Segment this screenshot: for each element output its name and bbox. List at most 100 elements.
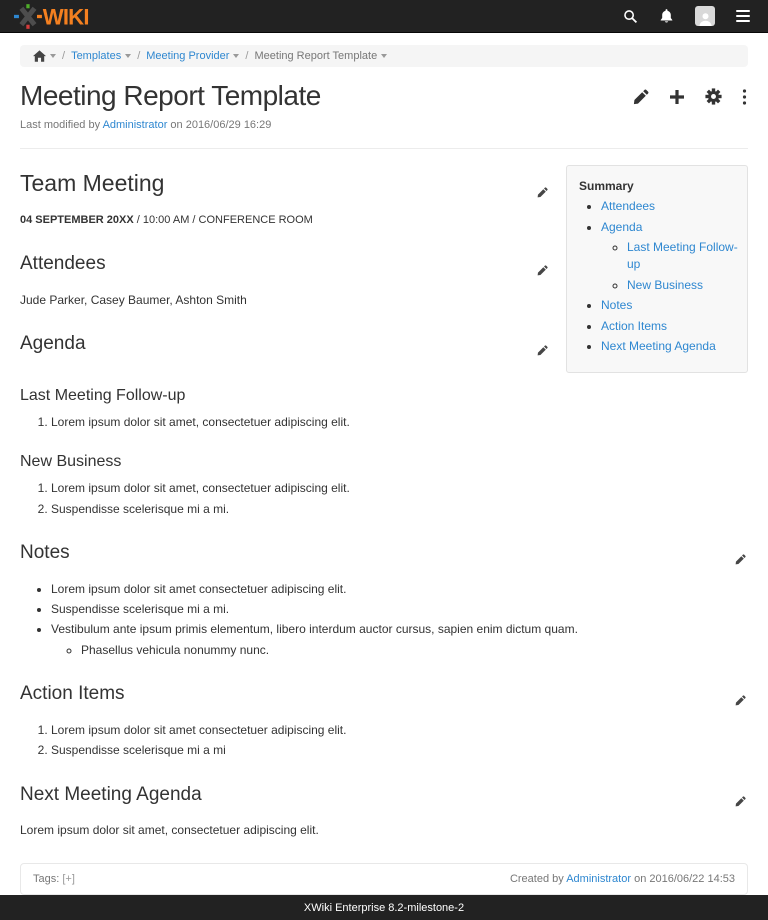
list-item: Lorem ipsum dolor sit amet, consectetuer… xyxy=(51,480,748,497)
search-button[interactable] xyxy=(621,7,640,26)
section-edit-button[interactable] xyxy=(735,546,746,574)
document-content: Summary Attendees Agenda Last Meeting Fo… xyxy=(20,149,748,840)
toc-link-attendees[interactable]: Attendees xyxy=(601,199,655,213)
pencil-icon xyxy=(735,554,746,565)
created-author-link[interactable]: Administrator xyxy=(566,873,631,885)
list-item: Action Items xyxy=(601,318,739,335)
list-item: Vestibulum ante ipsum primis elementum, … xyxy=(51,621,748,659)
section-heading-agenda: Agenda xyxy=(20,330,550,365)
section-edit-button[interactable] xyxy=(735,687,746,715)
drawer-menu-button[interactable] xyxy=(734,8,752,24)
section-edit-button[interactable] xyxy=(735,788,746,816)
list-item: Lorem ipsum dolor sit amet consectetuer … xyxy=(51,581,748,598)
meeting-time-location: / 10:00 AM / CONFERENCE ROOM xyxy=(134,214,313,226)
chevron-down-icon xyxy=(381,54,387,58)
breadcrumb-wrap: / Templates / Meeting Provider / Meeting… xyxy=(0,33,768,67)
settings-button[interactable] xyxy=(704,87,723,106)
section-heading-next-meeting: Next Meeting Agenda xyxy=(20,781,748,816)
list-item: Suspendisse scelerisque mi a mi. xyxy=(51,601,748,618)
toc-link-next-meeting[interactable]: Next Meeting Agenda xyxy=(601,339,716,353)
chevron-down-icon xyxy=(50,54,56,58)
pencil-icon xyxy=(537,345,548,356)
section-heading-team-meeting: Team Meeting xyxy=(20,167,550,207)
summary-list: Attendees Agenda Last Meeting Follow-up … xyxy=(577,198,739,355)
toc-link-followup[interactable]: Last Meeting Follow-up xyxy=(627,240,738,271)
plus-icon xyxy=(669,89,685,105)
breadcrumb-current-label: Meeting Report Template xyxy=(254,50,377,62)
navbar-icons xyxy=(621,4,754,28)
toc-link-notes[interactable]: Notes xyxy=(601,298,632,312)
section-edit-button[interactable] xyxy=(537,174,548,207)
heading-label: Notes xyxy=(20,542,70,563)
chevron-down-icon xyxy=(125,54,131,58)
breadcrumb-separator: / xyxy=(137,50,140,62)
new-business-list: Lorem ipsum dolor sit amet, consectetuer… xyxy=(20,480,748,518)
search-icon xyxy=(623,9,638,24)
breadcrumb: / Templates / Meeting Provider / Meeting… xyxy=(20,45,748,67)
toc-link-agenda[interactable]: Agenda xyxy=(601,220,642,234)
xwiki-logo-icon: WIKI xyxy=(14,4,106,29)
section-heading-attendees: Attendees xyxy=(20,250,550,285)
hamburger-icon xyxy=(736,10,750,22)
breadcrumb-link[interactable]: Templates xyxy=(71,50,121,62)
subsection-heading-followup: Last Meeting Follow-up xyxy=(20,384,748,407)
add-tag-button[interactable]: [+] xyxy=(62,873,75,885)
user-icon xyxy=(698,11,713,26)
heading-label: Team Meeting xyxy=(20,170,164,196)
breadcrumb-item-meeting-provider[interactable]: Meeting Provider xyxy=(146,50,239,62)
version-text: XWiki Enterprise 8.2-milestone-2 xyxy=(304,902,464,914)
xwiki-page: WIKI xyxy=(0,0,768,708)
breadcrumb-separator: / xyxy=(62,50,65,62)
action-items-list: Lorem ipsum dolor sit amet consectetuer … xyxy=(20,722,748,760)
breadcrumb-home[interactable] xyxy=(33,50,56,62)
list-item: Attendees xyxy=(601,198,739,215)
gear-icon xyxy=(705,88,722,105)
chevron-down-icon xyxy=(233,54,239,58)
heading-label: Attendees xyxy=(20,253,106,274)
toc-link-new-business[interactable]: New Business xyxy=(627,278,703,292)
breadcrumb-item-templates[interactable]: Templates xyxy=(71,50,131,62)
list-item: Next Meeting Agenda xyxy=(601,338,739,355)
notifications-button[interactable] xyxy=(657,6,676,26)
last-modified-line: Last modified by Administrator on 2016/0… xyxy=(20,119,748,131)
breadcrumb-link[interactable]: Meeting Provider xyxy=(146,50,229,62)
notes-list: Lorem ipsum dolor sit amet consectetuer … xyxy=(20,581,748,660)
version-bar: XWiki Enterprise 8.2-milestone-2 xyxy=(0,895,768,920)
tags-area: Tags: [+] xyxy=(33,873,75,885)
pencil-icon xyxy=(735,695,746,706)
created-line: Created by Administrator on 2016/06/22 1… xyxy=(510,873,735,885)
created-suffix: on 2016/06/22 14:53 xyxy=(631,873,735,885)
list-item: Suspendisse scelerisque mi a mi xyxy=(51,742,748,759)
list-item: Last Meeting Follow-up xyxy=(627,239,739,274)
list-item: Lorem ipsum dolor sit amet, consectetuer… xyxy=(51,414,748,431)
more-actions-button[interactable] xyxy=(741,88,748,106)
breadcrumb-item-current[interactable]: Meeting Report Template xyxy=(254,50,387,62)
xwiki-logo[interactable]: WIKI xyxy=(14,4,106,29)
page-actions xyxy=(632,81,748,106)
modified-suffix: on 2016/06/29 16:29 xyxy=(167,119,271,131)
modified-prefix: Last modified by xyxy=(20,119,100,131)
page-header: Meeting Report Template xyxy=(20,81,748,112)
bell-icon xyxy=(659,8,674,24)
followup-list: Lorem ipsum dolor sit amet, consectetuer… xyxy=(20,414,748,431)
create-button[interactable] xyxy=(668,88,686,106)
user-menu-button[interactable] xyxy=(693,4,717,28)
edit-button[interactable] xyxy=(632,88,650,106)
tags-label: Tags: xyxy=(33,873,59,885)
list-item: Agenda Last Meeting Follow-up New Busine… xyxy=(601,219,739,295)
section-edit-button[interactable] xyxy=(537,337,548,365)
pencil-icon xyxy=(735,796,746,807)
logo-text: WIKI xyxy=(43,4,89,28)
pencil-icon xyxy=(633,89,649,105)
toc-link-action-items[interactable]: Action Items xyxy=(601,319,667,333)
next-meeting-text: Lorem ipsum dolor sit amet, consectetuer… xyxy=(20,822,748,839)
section-heading-action-items: Action Items xyxy=(20,680,748,715)
heading-label: Agenda xyxy=(20,333,86,354)
page-title: Meeting Report Template xyxy=(20,81,321,112)
created-prefix: Created by xyxy=(510,873,564,885)
home-icon xyxy=(33,50,46,62)
list-item: Suspendisse scelerisque mi a mi. xyxy=(51,501,748,518)
modified-author-link[interactable]: Administrator xyxy=(103,119,168,131)
section-edit-button[interactable] xyxy=(537,257,548,285)
meeting-date: 04 SEPTEMBER 20XX xyxy=(20,214,134,226)
